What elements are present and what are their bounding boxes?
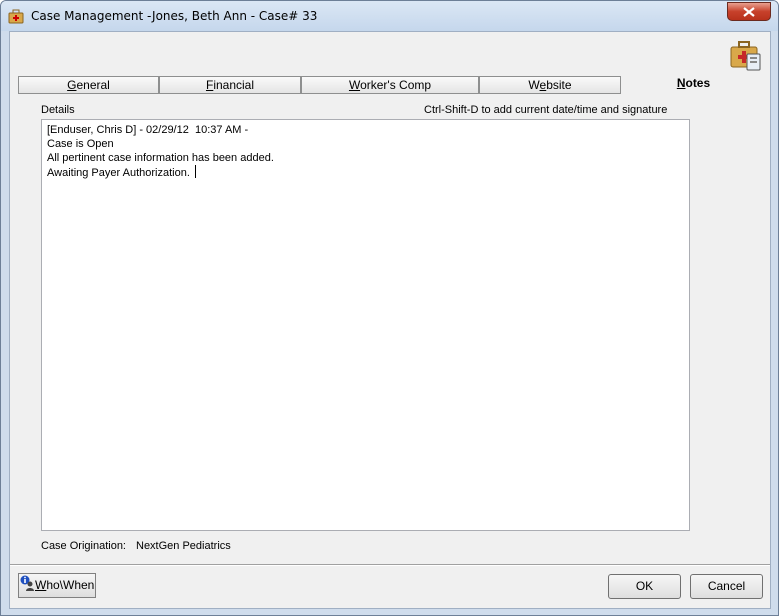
notes-textarea[interactable]: [Enduser, Chris D] - 02/29/12 10:37 AM -… xyxy=(41,119,690,531)
footer-divider-highlight xyxy=(10,565,770,566)
tab-notes-label: otes xyxy=(685,76,711,90)
notes-line-text: Awaiting Payer Authorization. xyxy=(47,167,193,179)
dialog-client-area: General Financial Worker's Comp Website … xyxy=(9,31,771,609)
tab-general[interactable]: General xyxy=(18,76,159,94)
tab-workers-comp-label: orker's Comp xyxy=(360,78,432,92)
tab-panel-border xyxy=(18,93,696,94)
case-management-icon xyxy=(8,9,24,24)
tab-website[interactable]: Website xyxy=(479,76,621,94)
tab-notes[interactable]: Notes xyxy=(621,73,766,94)
cancel-button[interactable]: Cancel xyxy=(690,574,763,599)
case-origination-value: NextGen Pediatrics xyxy=(136,540,231,552)
notes-line-last: Awaiting Payer Authorization. xyxy=(47,165,684,180)
details-label: Details xyxy=(41,104,75,116)
notes-line: All pertinent case information has been … xyxy=(47,152,274,164)
tab-workers-comp-accel: W xyxy=(348,78,361,92)
ok-button[interactable]: OK xyxy=(608,574,681,599)
tab-workers-comp[interactable]: Worker's Comp xyxy=(301,76,479,94)
tab-strip: General Financial Worker's Comp Website … xyxy=(18,73,766,94)
title-bar[interactable]: Case Management -Jones, Beth Ann - Case#… xyxy=(1,1,778,31)
who-when-label: ho\When xyxy=(46,578,95,592)
who-when-accel: W xyxy=(35,578,47,592)
close-icon xyxy=(743,6,755,17)
medical-case-icon xyxy=(730,41,761,71)
tab-financial[interactable]: Financial xyxy=(159,76,301,94)
window-title: Case Management -Jones, Beth Ann - Case#… xyxy=(31,9,318,23)
signature-shortcut-hint: Ctrl-Shift-D to add current date/time an… xyxy=(424,104,668,116)
close-button[interactable] xyxy=(727,2,771,21)
tab-website-prefix: W xyxy=(528,78,540,92)
notes-line: Case is Open xyxy=(47,138,114,150)
tab-website-label: bsite xyxy=(546,78,572,92)
tab-general-label: eneral xyxy=(76,78,110,92)
dialog-window: Case Management -Jones, Beth Ann - Case#… xyxy=(0,0,779,616)
case-origination-label: Case Origination: xyxy=(41,540,126,552)
tab-financial-label: inancial xyxy=(213,78,255,92)
who-when-button[interactable]: Who\When xyxy=(18,573,96,598)
text-caret xyxy=(194,165,196,178)
notes-line: [Enduser, Chris D] - 02/29/12 10:37 AM - xyxy=(47,124,249,136)
info-person-icon xyxy=(20,575,34,591)
